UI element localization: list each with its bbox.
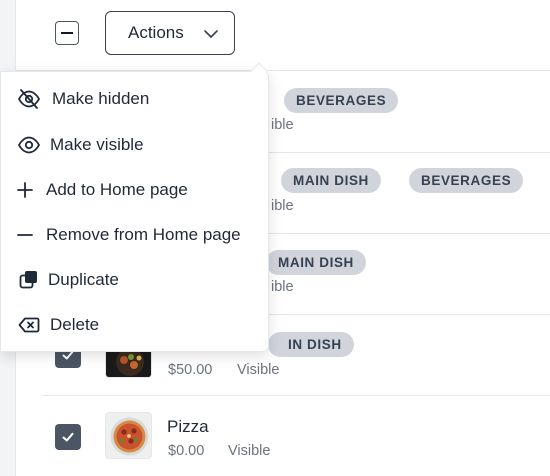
category-tag: IN DISH	[268, 332, 354, 357]
bulk-actions-bar: Actions	[16, 0, 550, 71]
menu-item-label: Add to Home page	[46, 180, 188, 199]
pizza-image	[106, 413, 151, 458]
menu-item-duplicate[interactable]: Duplicate	[1, 260, 270, 300]
visibility-status: ible	[271, 117, 294, 133]
actions-dropdown-button[interactable]: Actions	[105, 11, 235, 55]
visibility-status: ible	[271, 279, 294, 295]
menu-item-remove-from-home[interactable]: Remove from Home page	[1, 215, 270, 255]
product-price: $0.00	[168, 443, 205, 459]
visibility-status: ible	[271, 198, 294, 214]
menu-item-label: Duplicate	[48, 270, 119, 289]
menu-item-label: Make hidden	[52, 89, 150, 108]
category-tag: MAIN DISH	[281, 168, 381, 193]
category-tag: BEVERAGES	[409, 168, 524, 193]
chevron-down-icon	[204, 30, 218, 38]
visibility-status: Visible	[228, 443, 271, 459]
minus-icon	[13, 223, 37, 247]
category-tag: MAIN DISH	[266, 250, 366, 275]
plus-icon	[13, 178, 37, 202]
actions-button-label: Actions	[128, 23, 184, 42]
delete-icon	[17, 313, 41, 337]
table-row[interactable]: Pizza $0.00 Visible	[42, 396, 550, 476]
actions-menu: Make hidden Make visible Add to Home pag…	[0, 71, 269, 352]
menu-item-add-to-home[interactable]: Add to Home page	[1, 170, 270, 210]
product-price: $50.00	[168, 362, 213, 378]
menu-item-label: Make visible	[50, 135, 144, 154]
duplicate-icon	[17, 268, 41, 292]
menu-item-label: Delete	[50, 315, 100, 334]
category-tag: BEVERAGES	[284, 88, 399, 113]
menu-item-label: Remove from Home page	[46, 225, 241, 244]
product-name: Pizza	[167, 417, 209, 436]
indeterminate-icon	[61, 32, 73, 34]
product-thumbnail	[105, 412, 152, 459]
menu-item-delete[interactable]: Delete	[1, 305, 270, 345]
menu-item-make-visible[interactable]: Make visible	[1, 125, 270, 165]
row-checkbox[interactable]	[55, 424, 81, 450]
eye-off-icon	[17, 87, 41, 111]
visibility-status: Visible	[237, 362, 280, 378]
menu-item-make-hidden[interactable]: Make hidden	[1, 79, 270, 119]
check-icon	[62, 432, 74, 442]
eye-icon	[17, 133, 41, 157]
select-all-checkbox[interactable]	[55, 21, 79, 45]
